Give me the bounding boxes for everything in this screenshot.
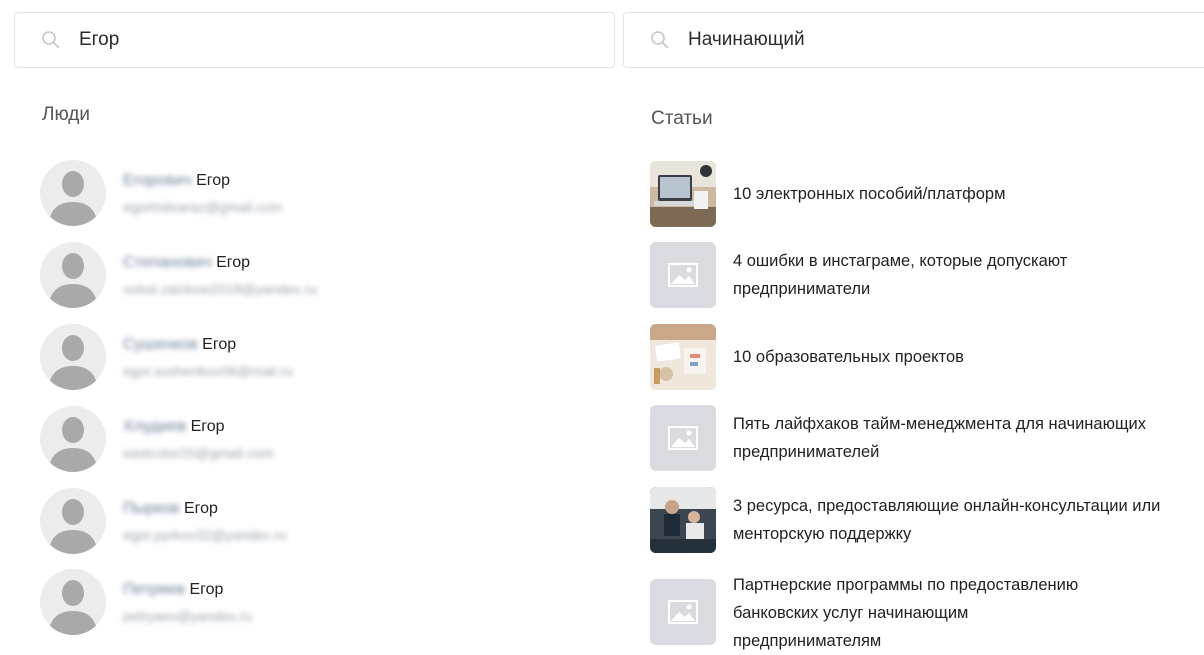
person-first-name: Егор xyxy=(202,335,237,353)
article-title: 4 ошибки в инстаграме, которые допускают… xyxy=(733,252,1068,298)
article-title: 10 образовательных проектов xyxy=(733,348,964,366)
avatar xyxy=(40,160,106,226)
person-email: egor.pyrkov32@yandex.ru xyxy=(123,526,287,543)
person-email: egortridvaraz@gmail.com xyxy=(123,198,283,215)
person-email: petryaev@yandex.ru xyxy=(123,607,253,624)
avatar xyxy=(40,488,106,554)
article-thumbnail xyxy=(650,324,716,390)
articles-section-title: Статьи xyxy=(651,108,713,129)
article-item[interactable]: 4 ошибки в инстаграме, которые допускают… xyxy=(650,242,1204,308)
search-icon xyxy=(650,30,670,50)
person-item[interactable]: Степанович Егор volod.zaickow2018@yandex… xyxy=(40,240,600,310)
person-item[interactable]: Хлудиев Егор eastcolor25@gmail.com xyxy=(40,404,600,474)
person-surname: Сушенков xyxy=(123,335,198,353)
person-surname: Петряев xyxy=(123,580,185,598)
person-first-name: Егор xyxy=(189,580,224,598)
article-item[interactable]: 10 электронных пособий/платформ xyxy=(650,161,1204,227)
article-thumbnail xyxy=(650,487,716,553)
article-title: 10 электронных пособий/платформ xyxy=(733,185,1006,203)
image-placeholder-icon xyxy=(650,579,716,645)
people-section-title: Люди xyxy=(42,104,91,125)
article-title: Пять лайфхаков тайм-менеджмента для начи… xyxy=(733,415,1146,461)
person-item[interactable]: Петряев Егор petryaev@yandex.ru xyxy=(40,567,600,637)
avatar xyxy=(40,242,106,308)
article-title: 3 ресурса, предоставляющие онлайн-консул… xyxy=(733,497,1161,543)
people-search-value: Егор xyxy=(79,29,120,50)
person-surname: Пырков xyxy=(123,499,180,517)
article-item[interactable]: 10 образовательных проектов xyxy=(650,324,1204,390)
avatar xyxy=(40,406,106,472)
person-email: volod.zaickow2018@yandex.ru xyxy=(123,280,317,297)
article-title: Партнерские программы по предоставлению … xyxy=(733,576,1079,650)
articles-search-input[interactable]: Начинающий xyxy=(623,12,1204,68)
person-first-name: Егор xyxy=(190,417,225,435)
person-item[interactable]: Пырков Егор egor.pyrkov32@yandex.ru xyxy=(40,486,600,556)
person-surname: Хлудиев xyxy=(123,417,187,435)
person-email: egor.sushenkov06@mail.ru xyxy=(123,362,293,379)
person-first-name: Егор xyxy=(216,253,251,271)
article-item[interactable]: Пять лайфхаков тайм-менеджмента для начи… xyxy=(650,405,1204,471)
avatar xyxy=(40,324,106,390)
person-first-name: Егор xyxy=(183,499,218,517)
article-item[interactable]: 3 ресурса, предоставляющие онлайн-консул… xyxy=(650,487,1204,553)
person-item[interactable]: Сушенков Егор egor.sushenkov06@mail.ru xyxy=(40,322,600,392)
image-placeholder-icon xyxy=(650,405,716,471)
articles-search-value: Начинающий xyxy=(688,29,805,50)
person-first-name: Егор xyxy=(196,171,231,189)
image-placeholder-icon xyxy=(650,242,716,308)
article-thumbnail xyxy=(650,161,716,227)
people-search-input[interactable]: Егор xyxy=(14,12,615,68)
person-surname: Егорович xyxy=(123,171,192,189)
article-item[interactable]: Партнерские программы по предоставлению … xyxy=(650,569,1204,655)
person-email: eastcolor25@gmail.com xyxy=(123,444,274,461)
avatar xyxy=(40,569,106,635)
person-surname: Степанович xyxy=(123,253,212,271)
search-icon xyxy=(41,30,61,50)
person-item[interactable]: Егорович Егор egortridvaraz@gmail.com xyxy=(40,158,600,228)
